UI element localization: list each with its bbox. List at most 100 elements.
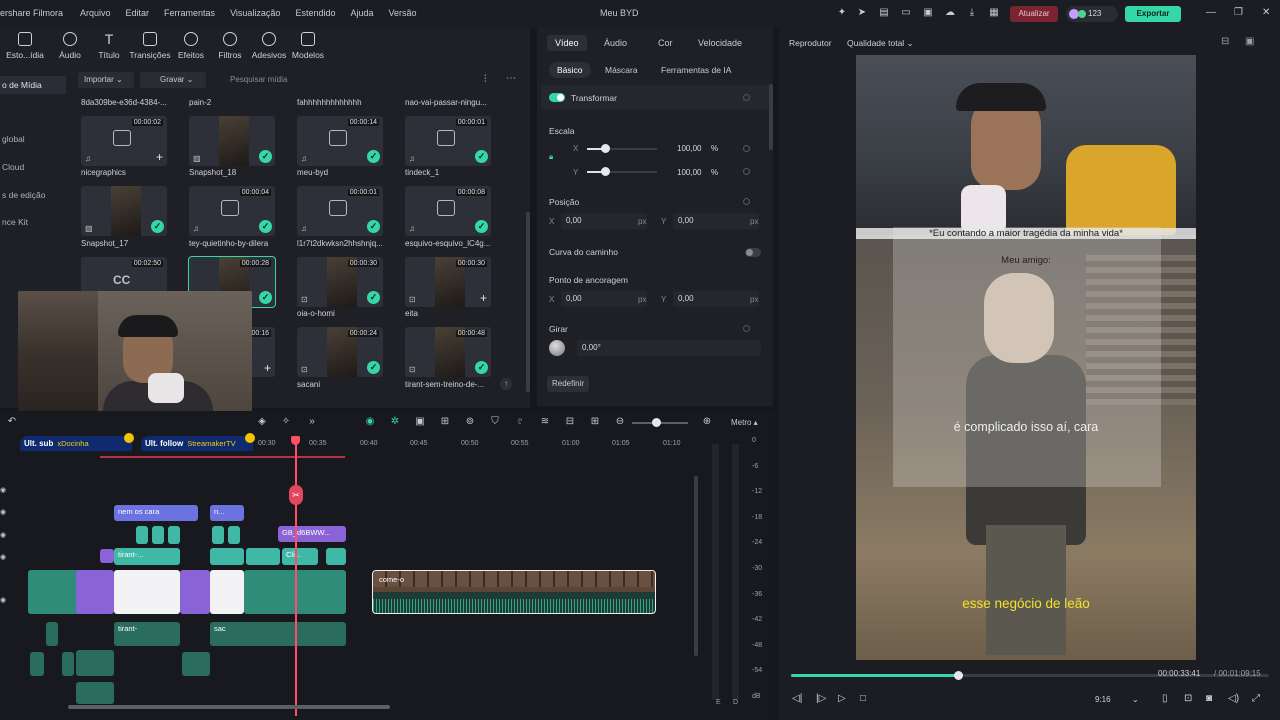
rotate-input[interactable]: 0,00° [577,340,761,356]
timeline-clip[interactable] [152,526,164,544]
timeline-video-clip[interactable] [180,570,210,614]
sidebar-item-cloud[interactable]: Cloud [0,162,24,172]
send-icon[interactable]: ➤ [856,7,868,19]
microphone-icon[interactable]: ♇ [514,416,526,428]
compare-icon[interactable]: ⊟ [1221,36,1229,47]
media-clip[interactable]: 00:00:01 ♫ ✓ [405,116,491,166]
chevron-down-icon[interactable]: ⌄ [1132,695,1139,704]
subtab-basic[interactable]: Básico [549,62,591,78]
sidebar-item-project-media[interactable]: o de Mídia [0,76,66,94]
menu-ferramentas[interactable]: Ferramentas [164,8,215,18]
eye-icon[interactable]: ◉ [0,531,6,539]
media-clip[interactable]: ▨ ✓ [81,186,167,236]
marker-icon[interactable]: ◈ [256,416,268,428]
timeline-vertical-scrollbar[interactable] [694,476,698,656]
scale-x-value[interactable]: 100,00 [677,144,701,153]
scale-y-knob[interactable] [601,167,610,176]
timeline-clip[interactable]: Cli... [282,548,318,565]
timeline-clip[interactable]: tirant-... [114,548,180,565]
sidebar-item-editing[interactable]: s de edição [0,190,45,200]
fullscreen-icon[interactable]: ⤢ [1252,693,1260,704]
timeline-audio-clip[interactable] [30,652,44,676]
tab-speed[interactable]: Velocidade [698,38,742,48]
meter-dropdown[interactable]: Metro ▴ [731,418,758,427]
shield-icon[interactable]: ⛉ [489,416,501,428]
keyframe-icon[interactable] [743,168,750,175]
media-clip[interactable]: 00:00:30 ⊡ + [405,257,491,307]
tool-title[interactable]: T Título [87,32,131,60]
eye-icon[interactable]: ◉ [0,596,6,604]
timeline-horizontal-scrollbar[interactable] [68,705,390,709]
timeline-image-clip[interactable]: GB_d6BWW... [278,526,346,542]
timeline-audio-clip[interactable]: tirant- [114,622,180,646]
layout-icon[interactable]: ▤ [878,7,890,19]
crop-icon[interactable]: ⊡ [1184,693,1192,704]
media-scrollbar[interactable] [526,212,530,392]
media-clip[interactable]: 00:00:30 ⊡ ✓ [297,257,383,307]
eye-icon[interactable]: ◉ [0,486,6,494]
more-icon[interactable]: ⋯ [506,73,516,84]
subtab-mask[interactable]: Máscara [605,65,638,75]
timeline-video-clip-selected[interactable]: come-o [372,570,656,614]
undo-icon[interactable]: ↶ [6,416,18,428]
ai-icon[interactable]: ✧ [280,416,292,428]
record-button[interactable]: Gravar ⌄ [140,72,206,88]
media-clip[interactable]: 00:00:01 ♫ ✓ [297,186,383,236]
split-screen-icon[interactable]: ⊞ [439,416,451,428]
timeline-audio-clip[interactable] [76,682,114,704]
playhead[interactable] [295,436,297,716]
timeline-clip[interactable] [100,549,114,563]
import-button[interactable]: Importar ⌄ [78,72,134,88]
menu-editar[interactable]: Editar [126,8,150,18]
menu-estendido[interactable]: Estendido [295,8,335,18]
menu-arquivo[interactable]: Arquivo [80,8,111,18]
media-clip[interactable]: 00:00:02 ♫ + [81,116,167,166]
menu-versao[interactable]: Versão [389,8,417,18]
menu-visualizacao[interactable]: Visualização [230,8,280,18]
gift-icon[interactable]: ✦ [836,7,848,19]
anchor-y-input[interactable]: 0,00 [673,291,759,307]
export-button[interactable]: Exportar [1125,6,1181,22]
zoom-out-icon[interactable]: ⊖ [614,416,626,428]
keyframe-icon[interactable] [743,145,750,152]
snapshot-view-icon[interactable]: ▣ [1245,36,1254,47]
tool-filters[interactable]: Filtros [208,32,252,60]
keyframe-icon[interactable] [743,325,750,332]
quality-dropdown[interactable]: Qualidade total ⌄ [847,38,914,49]
media-clip[interactable]: 00:00:08 ♫ ✓ [405,186,491,236]
timeline-audio-clip[interactable] [76,650,114,676]
minimize-icon[interactable]: — [1206,7,1216,18]
mixer-icon[interactable]: ⊞ [589,416,601,428]
aspect-ratio[interactable]: 9:16 [1095,695,1111,704]
cloud-icon[interactable]: ☁ [944,7,956,19]
sidebar-item-global[interactable]: global [0,134,25,144]
text-to-speech-icon[interactable]: ⊟ [564,416,576,428]
voiceover-icon[interactable]: ≋ [539,416,551,428]
tool-effects[interactable]: Efeitos [169,32,213,60]
timeline-video-clip[interactable] [76,570,114,614]
tool-audio[interactable]: Áudio [48,32,92,60]
volume-icon[interactable]: ◁) [1228,693,1239,704]
timeline-audio-clip[interactable] [46,622,58,646]
pos-x-input[interactable]: 0,00 [561,213,647,229]
link-icon[interactable]: ✲ [389,416,401,428]
zoom-knob[interactable] [652,418,661,427]
timeline-image-clip[interactable] [210,570,244,614]
anchor-x-input[interactable]: 0,00 [561,291,647,307]
rotate-dial[interactable] [549,340,565,356]
play-icon[interactable]: ▷ [838,693,846,704]
credits-badge[interactable]: 123 [1066,6,1118,22]
tool-stickers[interactable]: Adesivos [247,32,291,60]
timeline-title-clip[interactable]: nem os cara [114,505,198,521]
timeline-clip[interactable] [212,526,224,544]
restore-icon[interactable]: ❐ [1234,7,1243,18]
keyframe-icon[interactable] [743,94,750,101]
add-icon[interactable]: + [480,291,487,305]
eye-icon[interactable]: ◉ [0,553,6,561]
timeline-clip[interactable] [136,526,148,544]
timeline-title-clip[interactable]: n... [210,505,244,521]
stop-icon[interactable]: □ [860,693,866,704]
lock-icon[interactable]: 🔒︎ [549,152,553,162]
render-icon[interactable]: ▣ [414,416,426,428]
media-clip[interactable]: ▨ ✓ [189,116,275,166]
